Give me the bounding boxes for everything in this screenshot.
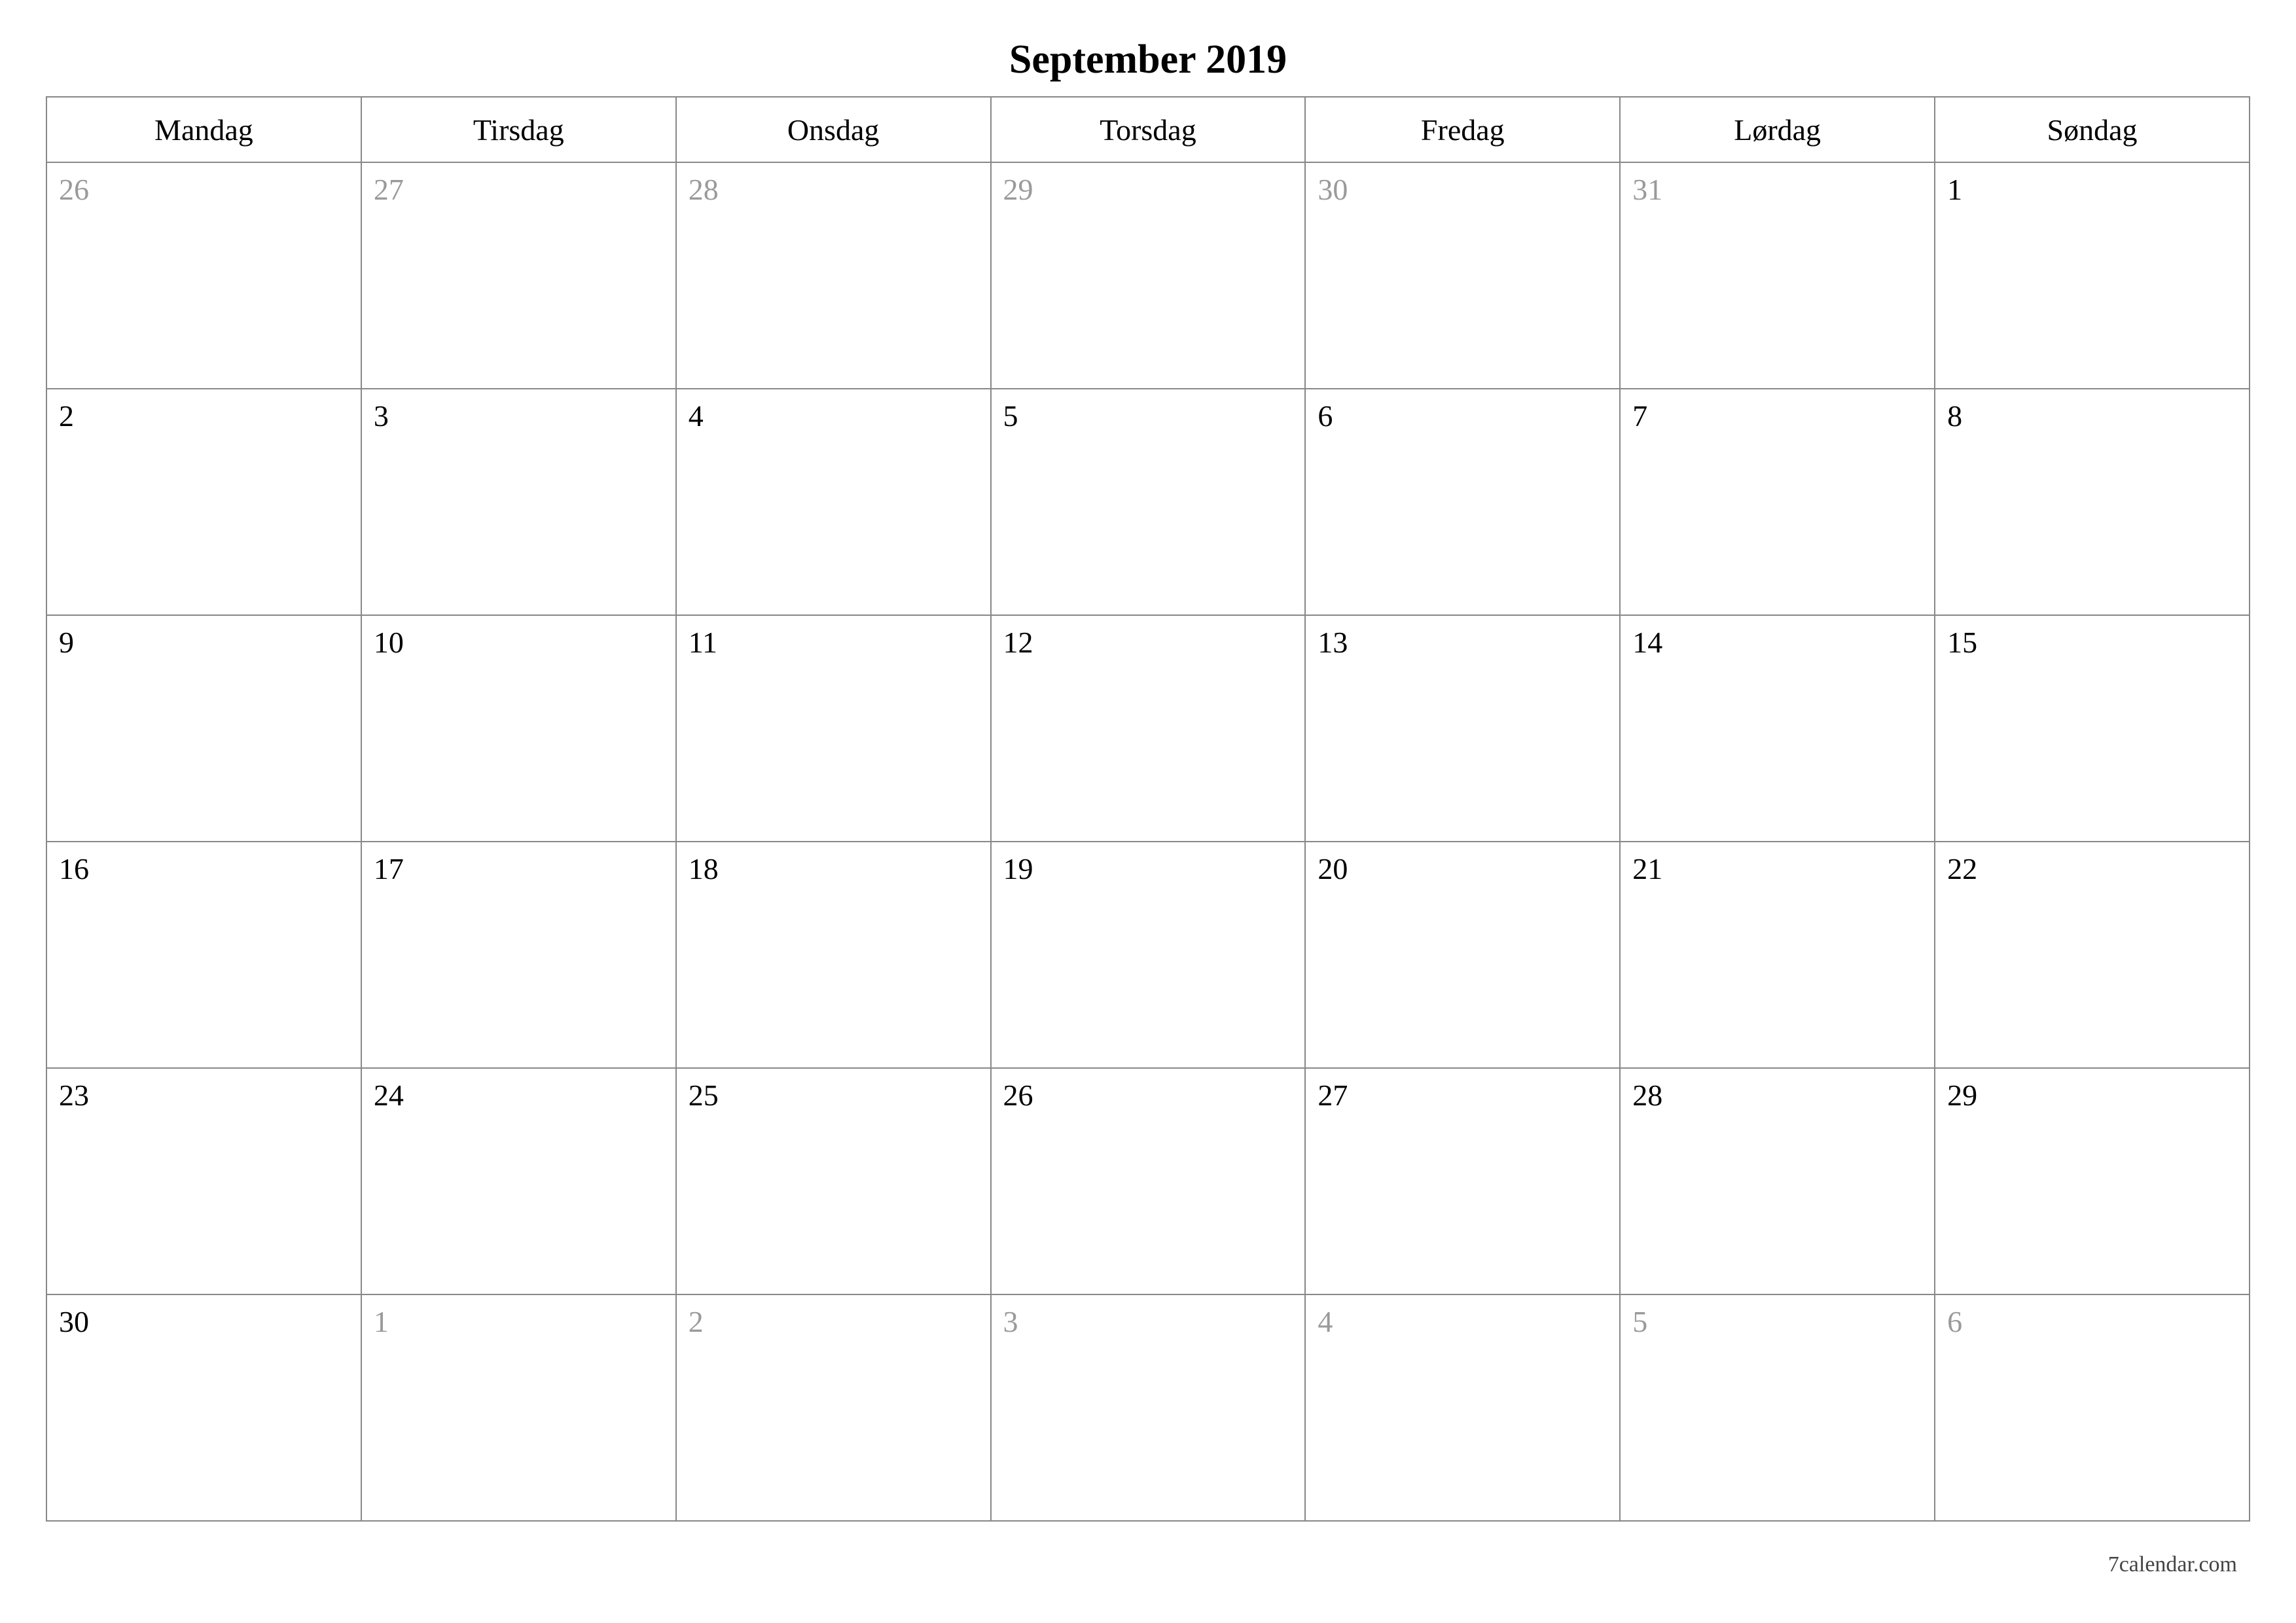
day-cell: 26 <box>46 162 361 389</box>
weekday-header: Lørdag <box>1620 97 1935 162</box>
day-cell: 8 <box>1935 389 2250 615</box>
day-cell: 11 <box>676 615 991 842</box>
day-cell: 1 <box>361 1294 676 1521</box>
day-cell: 3 <box>361 389 676 615</box>
day-cell: 9 <box>46 615 361 842</box>
calendar-week-row: 2 3 4 5 6 7 8 <box>46 389 2250 615</box>
day-cell: 6 <box>1305 389 1620 615</box>
day-cell: 15 <box>1935 615 2250 842</box>
day-cell: 14 <box>1620 615 1935 842</box>
weekday-header: Fredag <box>1305 97 1620 162</box>
day-cell: 12 <box>991 615 1306 842</box>
day-cell: 17 <box>361 842 676 1068</box>
calendar-week-row: 30 1 2 3 4 5 6 <box>46 1294 2250 1521</box>
calendar-grid: Mandag Tirsdag Onsdag Torsdag Fredag Lør… <box>46 96 2250 1522</box>
day-cell: 10 <box>361 615 676 842</box>
day-cell: 28 <box>676 162 991 389</box>
day-cell: 7 <box>1620 389 1935 615</box>
day-cell: 2 <box>676 1294 991 1521</box>
day-cell: 22 <box>1935 842 2250 1068</box>
calendar-body: 26 27 28 29 30 31 1 2 3 4 5 6 7 8 9 10 1… <box>46 162 2250 1521</box>
day-cell: 28 <box>1620 1068 1935 1294</box>
day-cell: 19 <box>991 842 1306 1068</box>
day-cell: 27 <box>361 162 676 389</box>
day-cell: 24 <box>361 1068 676 1294</box>
day-cell: 4 <box>1305 1294 1620 1521</box>
day-cell: 16 <box>46 842 361 1068</box>
calendar-page: September 2019 Mandag Tirsdag Onsdag Tor… <box>0 0 2296 1623</box>
day-cell: 31 <box>1620 162 1935 389</box>
day-cell: 27 <box>1305 1068 1620 1294</box>
day-cell: 5 <box>1620 1294 1935 1521</box>
day-cell: 1 <box>1935 162 2250 389</box>
day-cell: 3 <box>991 1294 1306 1521</box>
day-cell: 4 <box>676 389 991 615</box>
weekday-header: Torsdag <box>991 97 1306 162</box>
day-cell: 2 <box>46 389 361 615</box>
calendar-week-row: 23 24 25 26 27 28 29 <box>46 1068 2250 1294</box>
calendar-week-row: 26 27 28 29 30 31 1 <box>46 162 2250 389</box>
day-cell: 5 <box>991 389 1306 615</box>
day-cell: 25 <box>676 1068 991 1294</box>
day-cell: 20 <box>1305 842 1620 1068</box>
day-cell: 21 <box>1620 842 1935 1068</box>
day-cell: 6 <box>1935 1294 2250 1521</box>
day-cell: 29 <box>991 162 1306 389</box>
weekday-header: Søndag <box>1935 97 2250 162</box>
weekday-header: Mandag <box>46 97 361 162</box>
day-cell: 26 <box>991 1068 1306 1294</box>
day-cell: 29 <box>1935 1068 2250 1294</box>
page-title: September 2019 <box>46 37 2250 83</box>
day-cell: 23 <box>46 1068 361 1294</box>
day-cell: 30 <box>1305 162 1620 389</box>
day-cell: 13 <box>1305 615 1620 842</box>
weekday-header: Tirsdag <box>361 97 676 162</box>
day-cell: 18 <box>676 842 991 1068</box>
weekday-header: Onsdag <box>676 97 991 162</box>
source-label: 7calendar.com <box>2108 1552 2237 1577</box>
day-cell: 30 <box>46 1294 361 1521</box>
calendar-week-row: 16 17 18 19 20 21 22 <box>46 842 2250 1068</box>
weekday-header-row: Mandag Tirsdag Onsdag Torsdag Fredag Lør… <box>46 97 2250 162</box>
calendar-week-row: 9 10 11 12 13 14 15 <box>46 615 2250 842</box>
